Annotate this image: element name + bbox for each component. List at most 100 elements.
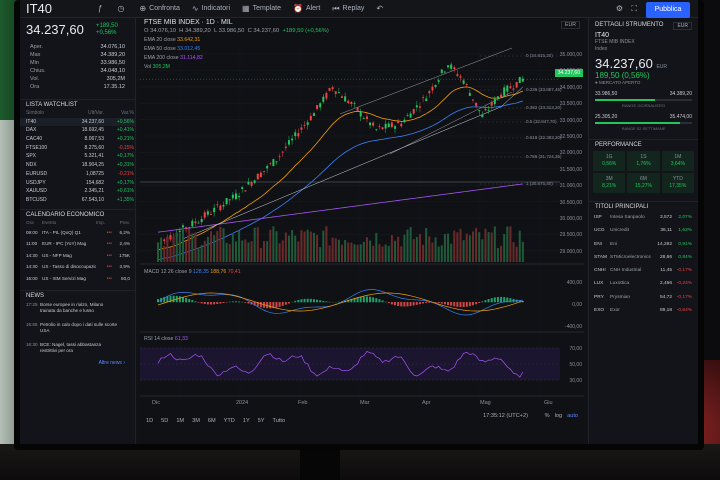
top-stock-row[interactable]: UCG Unicredit 36,11 1,63%	[589, 224, 698, 237]
replay-button[interactable]: ⏮ Replay	[332, 4, 364, 14]
right-panel: DETTAGLI STRUMENTO EUR IT40 FTSE MIB IND…	[588, 18, 698, 444]
timeframe-5y[interactable]: 5Y	[258, 418, 265, 424]
auto-scale-toggle[interactable]: auto	[567, 413, 578, 419]
top-stock-row[interactable]: ENI Eni 14,292 0,91%	[589, 238, 698, 251]
timeframe-tutto[interactable]: Tutto	[273, 418, 286, 424]
watchlist-row[interactable]: DAX 18.692,45 +0,41%	[20, 126, 135, 135]
details-currency-select[interactable]: EUR	[673, 22, 692, 30]
news-item[interactable]: 16:30 BCE: Nagel, tassi abbastanza restri…	[20, 340, 135, 360]
week52-high: 35.474,00	[669, 114, 692, 120]
trend-overlay	[182, 86, 524, 240]
watchlist-row[interactable]: CAC40 8.067,53 +0,21%	[20, 135, 135, 144]
ema50-legend[interactable]: EMA 50 close 33.012,45	[144, 46, 200, 52]
interval-button[interactable]: ◷	[117, 4, 127, 13]
volume-bar	[234, 241, 237, 262]
currency-select[interactable]: EUR	[561, 21, 580, 29]
ema20-legend[interactable]: EMA 20 close 33.642,31	[144, 37, 200, 43]
candle-body	[409, 113, 412, 118]
volume-bar	[418, 234, 421, 262]
macd-histogram-bar	[191, 300, 194, 303]
volume-bar	[316, 234, 319, 262]
news-item[interactable]: 16:55 Petrolio in calo dopo i dati sulle …	[20, 320, 135, 340]
calendar-row[interactable]: 14:30 US - NFP Mag ●●● 175K	[20, 250, 135, 262]
watchlist-row[interactable]: NDX 18.904,25 +0,31%	[20, 161, 135, 170]
top-stock-row[interactable]: EXO Exor 89,18 -0,64%	[589, 304, 698, 317]
watchlist-row[interactable]: EURUSD 1,08725 -0,21%	[20, 170, 135, 179]
candle-body	[475, 102, 478, 107]
candle-body	[459, 76, 462, 78]
timeframe-6m[interactable]: 6M	[208, 418, 216, 424]
fullscreen-button[interactable]: ⛶	[631, 4, 640, 14]
macd-histogram-bar	[197, 302, 200, 303]
top-stock-row[interactable]: CNHI CNH Industrial 11,45 -0,17%	[589, 264, 698, 277]
top-toolbar: IT40 ƒ ◷ ⊕ Confronta ∿ Indicatori ▦ Templat…	[20, 0, 698, 18]
calendar-row[interactable]: 16:00 US - ISM Servizi Mag ●●● 50,0	[20, 273, 135, 285]
perf-period: 1S	[640, 154, 647, 160]
top-stock-row[interactable]: STAM STMicroelectronics 28,66 0,84%	[589, 251, 698, 264]
undo-button[interactable]: ↶	[376, 4, 386, 13]
watchlist-row[interactable]: USDJPY 154,682 +0,17%	[20, 179, 135, 188]
candle-body	[231, 194, 234, 199]
volume-bar	[250, 241, 253, 262]
chart-canvas[interactable]	[140, 18, 584, 444]
ema200-legend[interactable]: EMA 200 close 31.114,82	[144, 55, 203, 61]
calendar-row[interactable]: 14:30 US - Tasso di disoccupazione ●●● 3,9%	[20, 261, 135, 273]
candle-body	[281, 151, 284, 153]
timeframe-1d[interactable]: 1D	[146, 418, 153, 424]
calendar-row[interactable]: 11:00 EUR - IPC (YoY) Mag ●●● 2,4%	[20, 238, 135, 250]
stock-name: Intesa Sanpaolo	[610, 215, 645, 220]
top-stock-row[interactable]: ISP Intesa Sanpaolo 3,572 2,07%	[589, 211, 698, 224]
log-scale-toggle[interactable]: log	[555, 413, 562, 419]
watchlist-row[interactable]: IT40 34.237,60 +0,56%	[20, 117, 135, 127]
candle-body	[341, 96, 343, 98]
settings-button[interactable]: ⚙	[616, 4, 626, 13]
template-button[interactable]: ▦ Template	[242, 4, 281, 13]
candle-body	[506, 85, 509, 92]
compare-button[interactable]: ⊕ Confronta	[139, 4, 179, 13]
calendar-row[interactable]: 09:00 ITA - PIL (QoQ) Q1 ●●● 6,2%	[20, 227, 135, 239]
top-stock-row[interactable]: LUX Luxottica 2,456 -0,24%	[589, 277, 698, 290]
candle-body	[362, 117, 365, 119]
fx-button[interactable]: ƒ	[98, 4, 105, 13]
news-item[interactable]: 17:25 Borse europee in rialzo, Milano tra…	[20, 300, 135, 320]
timeframe-5d[interactable]: 5D	[161, 418, 168, 424]
stock-symbol: STAM	[594, 254, 607, 260]
price-tick: 30.500,00	[559, 199, 582, 206]
publish-button[interactable]: Pubblica	[646, 2, 690, 18]
chart-area[interactable]: FTSE MIB INDEX · 1D · MIL O 34.076,10 H …	[140, 18, 584, 444]
top-stock-row[interactable]: PRY Prysmian 54,72 -0,17%	[589, 291, 698, 304]
candle-body	[206, 211, 209, 215]
candle-body	[375, 129, 378, 131]
timeframe-1m[interactable]: 1M	[176, 418, 184, 424]
timeframe-1y[interactable]: 1Y	[243, 418, 250, 424]
macd-histogram-bar	[244, 302, 247, 303]
alert-button[interactable]: ⏰ Alert	[293, 4, 320, 13]
stock-change: 1,63%	[678, 228, 692, 234]
candle-body	[509, 86, 512, 89]
watchlist-row[interactable]: BTCUSD 67.543,10 +1,35%	[20, 196, 135, 205]
replay-label: Replay	[342, 5, 365, 12]
candle-body	[253, 180, 256, 183]
watchlist-row[interactable]: XAUUSD 2.345,21 +0,61%	[20, 187, 135, 196]
macd-histogram-bar	[437, 302, 440, 304]
macd-histogram-bar	[316, 299, 319, 303]
timeframe-ytd[interactable]: YTD	[224, 418, 235, 424]
indicators-button[interactable]: ∿ Indicatori	[192, 4, 230, 13]
watchlist-row[interactable]: FTSE100 8.275,60 -0,15%	[20, 144, 135, 153]
macd-hist: 70,41	[227, 269, 241, 275]
volume-legend[interactable]: Vol 305,2M	[144, 64, 170, 70]
macd-legend[interactable]: MACD 12 26 close 9 128,35 188,76 70,41	[144, 269, 241, 275]
watchlist-row[interactable]: SPX 5.321,41 +0,17%	[20, 152, 135, 161]
timeframe-3m[interactable]: 3M	[192, 418, 200, 424]
fib-label: 0.618 (32.383,20)	[526, 135, 562, 140]
macd-histogram-bar	[247, 302, 250, 304]
more-news-link[interactable]: Altre news ›	[20, 360, 135, 366]
template-icon: ▦	[242, 4, 250, 13]
candle-body	[203, 212, 206, 218]
calendar-title: CALENDARIO ECONOMICO	[20, 208, 135, 219]
rsi-legend[interactable]: RSI 14 close 61,33	[144, 336, 188, 342]
symbol-search[interactable]: IT40	[26, 1, 86, 16]
percent-scale-toggle[interactable]: %	[545, 413, 550, 419]
volume-bar	[172, 235, 175, 262]
performance-cell: YTD 17,35%	[661, 173, 694, 193]
